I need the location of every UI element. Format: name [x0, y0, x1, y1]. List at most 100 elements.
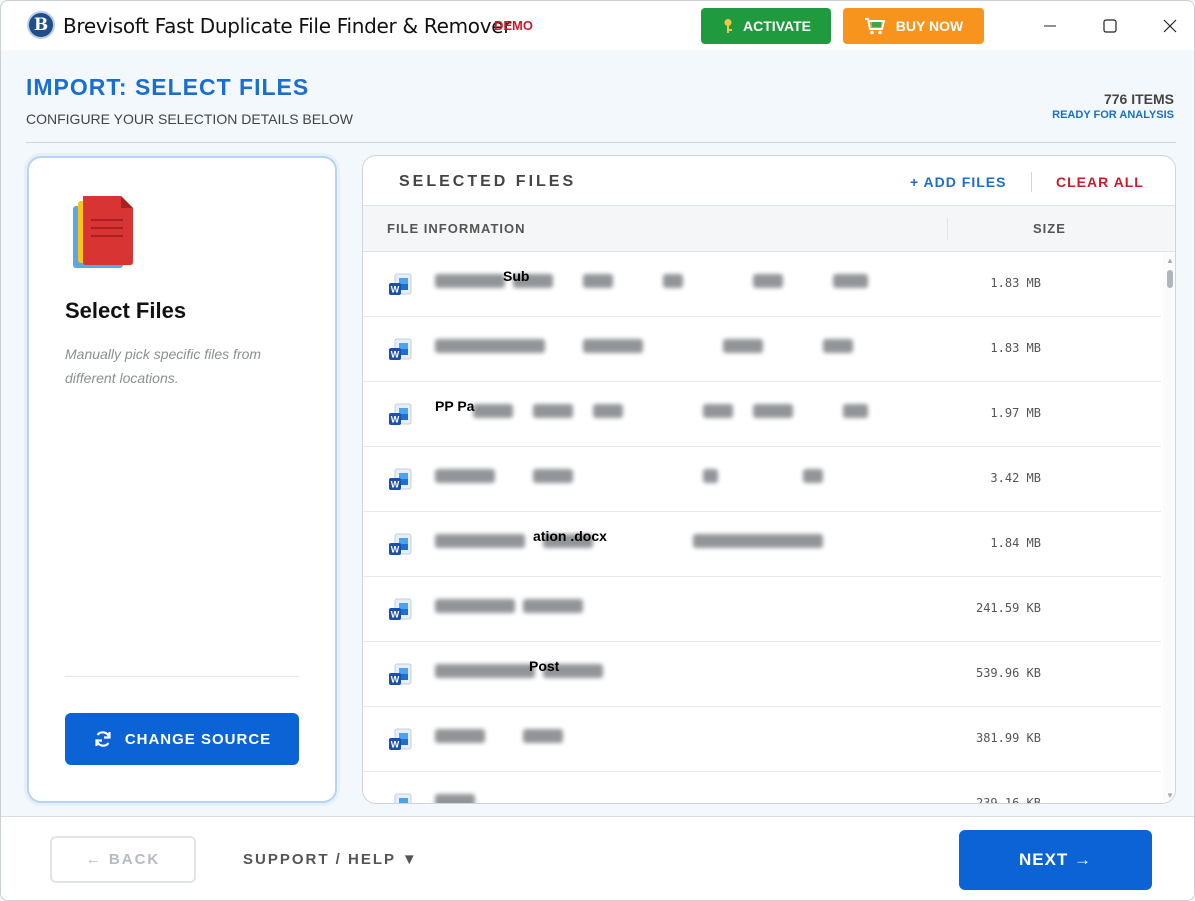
- support-help-menu[interactable]: SUPPORT / HELP ▼: [243, 851, 419, 868]
- redacted-text: [593, 404, 623, 418]
- word-doc-icon: W: [389, 533, 412, 555]
- redacted-text: [435, 599, 515, 613]
- redacted-text: [533, 469, 573, 483]
- redacted-text: [583, 274, 613, 288]
- vertical-scrollbar[interactable]: ▲ ▼: [1163, 252, 1175, 803]
- app-logo-icon: B: [27, 11, 55, 39]
- selected-files-panel: SELECTED FILES + ADD FILES CLEAR ALL FIL…: [362, 155, 1176, 804]
- status-label: READY FOR ANALYSIS: [1052, 109, 1174, 121]
- redacted-text: [435, 274, 505, 288]
- refresh-icon: [95, 731, 111, 747]
- file-size: 1.84 MB: [990, 536, 1041, 550]
- items-count: 776 ITEMS: [1103, 91, 1174, 107]
- word-doc-icon: W: [389, 598, 412, 620]
- svg-text:W: W: [391, 610, 400, 620]
- column-divider: [947, 218, 948, 240]
- svg-text:W: W: [391, 285, 400, 295]
- cart-icon: [864, 18, 886, 35]
- app-window: B Brevisoft Fast Duplicate File Finder &…: [0, 0, 1195, 901]
- buy-now-button[interactable]: BUY NOW: [843, 8, 984, 44]
- header-divider: [26, 142, 1176, 143]
- scroll-down-icon[interactable]: ▼: [1166, 791, 1174, 800]
- change-source-label: CHANGE SOURCE: [124, 730, 272, 748]
- next-button[interactable]: NEXT →: [959, 830, 1152, 890]
- column-header-size[interactable]: SIZE: [1033, 221, 1066, 236]
- redacted-text: [833, 274, 868, 288]
- table-header: FILE INFORMATION SIZE: [363, 205, 1175, 252]
- file-size: 1.97 MB: [990, 406, 1041, 420]
- file-size: 1.83 MB: [990, 276, 1041, 290]
- minimize-icon: [1044, 25, 1056, 27]
- word-doc-icon: W: [389, 403, 412, 425]
- svg-text:W: W: [391, 350, 400, 360]
- redacted-text: [703, 469, 718, 483]
- file-size: 381.99 KB: [975, 731, 1041, 745]
- table-row[interactable]: W 1.83 MB: [363, 317, 1161, 382]
- card-divider: [65, 676, 299, 677]
- word-doc-icon: W: [394, 793, 412, 803]
- svg-text:W: W: [391, 480, 400, 490]
- redacted-text: [703, 404, 733, 418]
- file-name: Sub: [503, 268, 530, 284]
- redacted-text: [663, 274, 683, 288]
- change-source-button[interactable]: CHANGE SOURCE: [65, 713, 299, 765]
- scroll-thumb[interactable]: [1167, 270, 1173, 288]
- file-name: PP Pa: [435, 398, 475, 414]
- table-row[interactable]: W PP Pa 1.97 MB: [363, 382, 1161, 447]
- column-header-file-info[interactable]: FILE INFORMATION: [387, 221, 526, 236]
- file-size: 539.96 KB: [975, 666, 1041, 680]
- scroll-up-icon[interactable]: ▲: [1166, 256, 1174, 265]
- file-name: Post: [529, 658, 560, 674]
- activate-label: ACTIVATE: [743, 18, 811, 34]
- svg-text:W: W: [391, 675, 400, 685]
- word-doc-icon: W: [389, 663, 412, 685]
- redacted-text: [693, 534, 823, 548]
- word-doc-icon: W: [389, 273, 412, 295]
- file-size: 1.83 MB: [990, 341, 1041, 355]
- redacted-text: [473, 404, 513, 418]
- word-doc-icon: W: [389, 338, 412, 360]
- footer-bar: ← BACK SUPPORT / HELP ▼ NEXT →: [1, 816, 1194, 900]
- file-size: 3.42 MB: [990, 471, 1041, 485]
- table-row[interactable]: W 3.42 MB: [363, 447, 1161, 512]
- panel-separator: [1031, 172, 1032, 192]
- redacted-text: [823, 339, 853, 353]
- redacted-text: [435, 469, 495, 483]
- redacted-text: [435, 534, 525, 548]
- maximize-button[interactable]: [1090, 11, 1130, 41]
- document-stack-icon: [73, 196, 133, 268]
- maximize-icon: [1103, 19, 1117, 33]
- table-row[interactable]: W 381.99 KB: [363, 707, 1161, 772]
- word-doc-icon: W: [389, 468, 412, 490]
- redacted-text: [435, 664, 535, 678]
- file-size: 241.59 KB: [975, 601, 1041, 615]
- svg-text:W: W: [391, 740, 400, 750]
- redacted-text: [753, 404, 793, 418]
- page-subtitle: CONFIGURE YOUR SELECTION DETAILS BELOW: [26, 111, 353, 127]
- source-title: Select Files: [65, 298, 187, 323]
- panel-title: SELECTED FILES: [399, 173, 577, 190]
- demo-badge: DEMO: [494, 18, 533, 33]
- close-button[interactable]: [1150, 11, 1190, 41]
- redacted-text: [753, 274, 783, 288]
- redacted-text: [803, 469, 823, 483]
- svg-text:W: W: [391, 545, 400, 555]
- activate-button[interactable]: ACTIVATE: [701, 8, 831, 44]
- redacted-text: [435, 339, 545, 353]
- clear-all-link[interactable]: CLEAR ALL: [1056, 174, 1144, 190]
- redacted-text: [723, 339, 763, 353]
- table-row[interactable]: Wation .docx 1.84 MB: [363, 512, 1161, 577]
- redacted-text: [533, 404, 573, 418]
- back-button[interactable]: ← BACK: [50, 836, 196, 883]
- app-title: Brevisoft Fast Duplicate File Finder & R…: [63, 14, 512, 38]
- redacted-text: [843, 404, 868, 418]
- table-row[interactable]: W 241.59 KB: [363, 577, 1161, 642]
- source-description: Manually pick specific files from differ…: [65, 346, 262, 386]
- table-row[interactable]: W Sub 1.83 MB: [363, 252, 1161, 317]
- redacted-text: [523, 729, 563, 743]
- table-row[interactable]: W Post 539.96 KB: [363, 642, 1161, 707]
- table-row[interactable]: W 239.16 KB: [363, 772, 1161, 803]
- minimize-button[interactable]: [1030, 11, 1070, 41]
- add-files-link[interactable]: + ADD FILES: [910, 174, 1006, 190]
- source-card: Select Files Manually pick specific file…: [27, 156, 337, 803]
